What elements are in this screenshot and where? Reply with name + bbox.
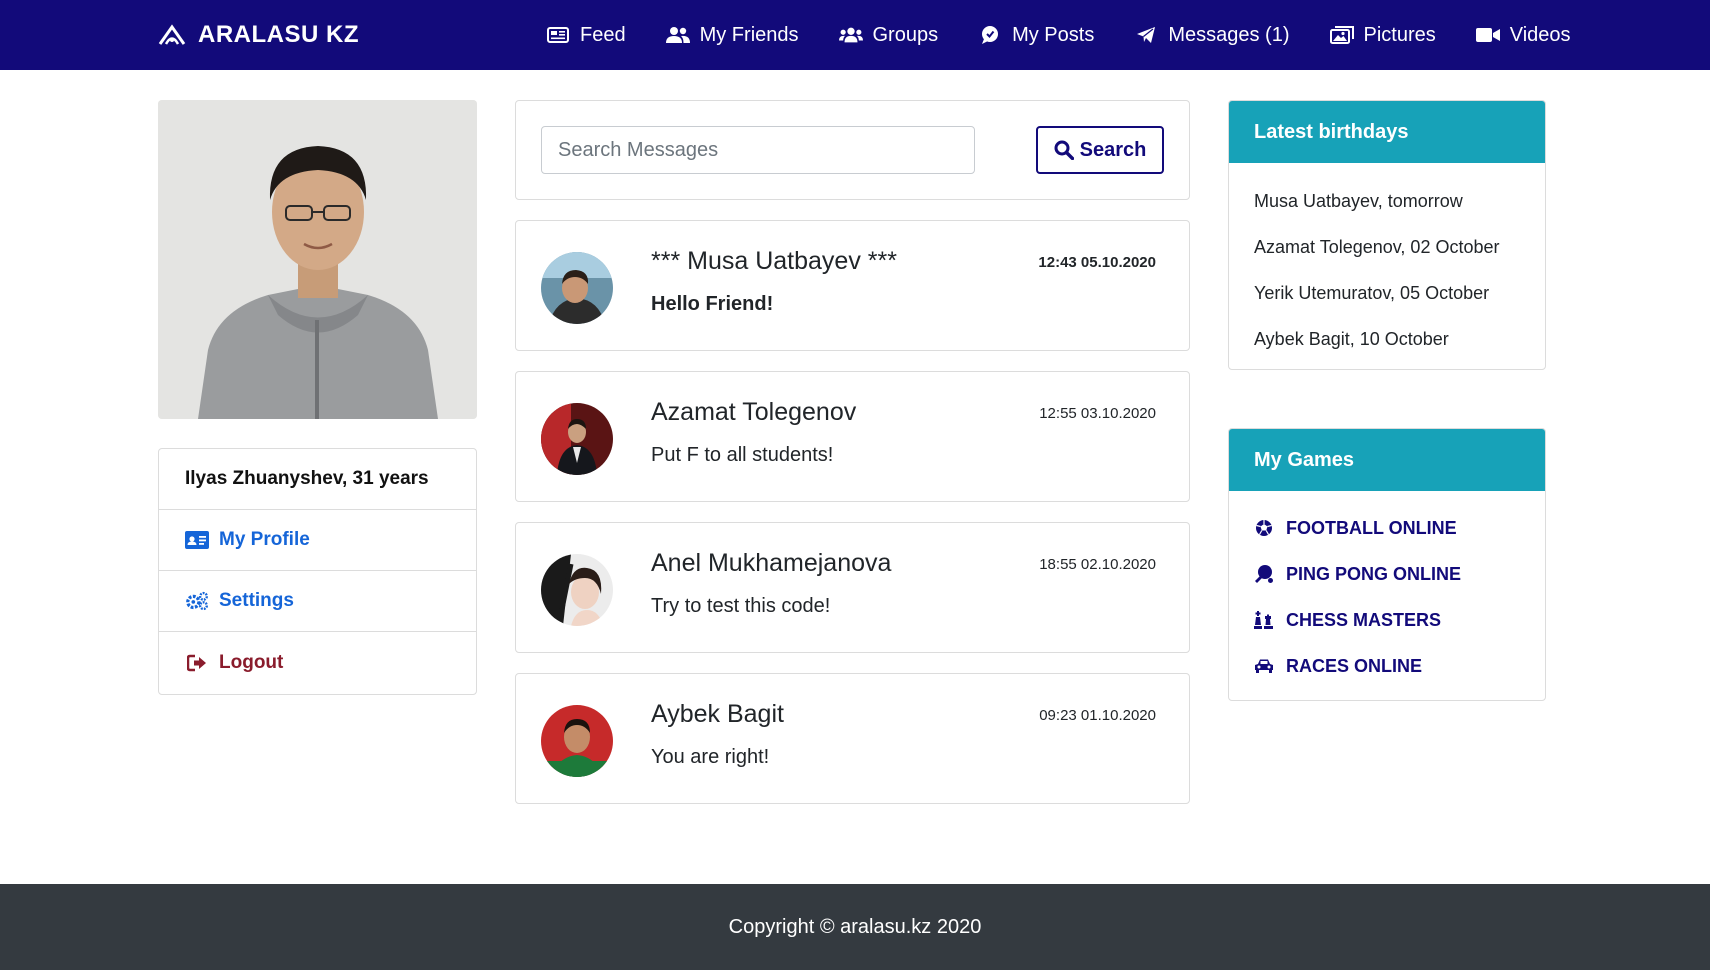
avatar xyxy=(541,705,613,777)
message-timestamp: 09:23 01.10.2020 xyxy=(1039,707,1156,724)
nav-item-label: My Friends xyxy=(699,23,799,46)
users-icon xyxy=(838,26,863,44)
game-label: PING PONG ONLINE xyxy=(1286,563,1462,584)
search-button-label: Search xyxy=(1079,138,1147,161)
game-link-football[interactable]: FOOTBALL ONLINE xyxy=(1254,505,1520,551)
comment-icon xyxy=(978,26,1002,44)
nav-item-groups[interactable]: Groups xyxy=(838,23,939,47)
games-title: My Games xyxy=(1229,429,1545,491)
game-label: CHESS MASTERS xyxy=(1286,609,1442,630)
birthdays-list: Musa Uatbayev, tomorrow Azamat Tolegenov… xyxy=(1229,163,1545,369)
aralasu-logo-icon xyxy=(158,24,186,46)
birthday-item: Yerik Utemuratov, 05 October xyxy=(1254,282,1490,303)
images-icon xyxy=(1329,26,1354,44)
logout-label: Logout xyxy=(219,651,284,673)
message-item[interactable]: Azamat Tolegenov Put F to all students! … xyxy=(515,371,1190,502)
games-list: FOOTBALL ONLINE PING PONG ONLINE CHESS M… xyxy=(1229,491,1545,700)
user-friends-icon xyxy=(665,26,690,44)
copyright-text: Copyright © aralasu.kz 2020 xyxy=(728,915,982,938)
logout-link[interactable]: Logout xyxy=(159,632,476,693)
nav-item-feed[interactable]: Feed xyxy=(546,24,626,47)
search-input[interactable] xyxy=(541,126,975,174)
birthday-item: Musa Uatbayev, tomorrow xyxy=(1254,190,1463,211)
nav-item-my-friends[interactable]: My Friends xyxy=(665,23,799,47)
nav-item-label: Groups xyxy=(872,23,939,46)
game-label: FOOTBALL ONLINE xyxy=(1286,517,1457,538)
main-nav: Feed My Friends Groups My Posts Messages… xyxy=(546,0,1571,70)
search-icon xyxy=(1054,140,1074,160)
birthday-item: Azamat Tolegenov, 02 October xyxy=(1254,236,1500,257)
newspaper-icon xyxy=(546,26,570,44)
message-sender: Aybek Bagit xyxy=(651,700,784,728)
message-sender: *** Musa Uatbayev *** xyxy=(651,247,897,275)
settings-label: Settings xyxy=(219,590,294,611)
top-navbar: ARALASU KZ Feed My Friends Groups My Pos… xyxy=(0,0,1710,70)
id-card-icon xyxy=(185,530,209,550)
message-preview: Hello Friend! xyxy=(651,293,774,315)
message-timestamp: 18:55 02.10.2020 xyxy=(1039,556,1156,573)
birthdays-card: Latest birthdays Musa Uatbayev, tomorrow… xyxy=(1228,100,1546,370)
message-item[interactable]: Anel Mukhamejanova Try to test this code… xyxy=(515,522,1190,653)
message-timestamp: 12:43 05.10.2020 xyxy=(1038,254,1156,271)
nav-item-messages[interactable]: Messages (1) xyxy=(1134,23,1290,47)
car-icon xyxy=(1254,656,1274,676)
table-tennis-icon xyxy=(1254,564,1274,584)
sign-out-icon xyxy=(185,653,209,673)
settings-link[interactable]: Settings xyxy=(159,571,476,632)
message-sender: Anel Mukhamejanova xyxy=(651,549,892,577)
footer: Copyright © aralasu.kz 2020 xyxy=(0,884,1710,970)
my-profile-link[interactable]: My Profile xyxy=(159,510,476,571)
game-link-ping-pong[interactable]: PING PONG ONLINE xyxy=(1254,551,1520,597)
message-timestamp: 12:55 03.10.2020 xyxy=(1039,405,1156,422)
brand-name: ARALASU KZ xyxy=(198,21,359,48)
video-icon xyxy=(1475,26,1500,44)
nav-item-label: Videos xyxy=(1509,23,1571,46)
nav-item-my-posts[interactable]: My Posts xyxy=(978,24,1094,47)
game-link-races[interactable]: RACES ONLINE xyxy=(1254,643,1520,689)
nav-item-label: Pictures xyxy=(1363,23,1436,46)
nav-item-pictures[interactable]: Pictures xyxy=(1329,23,1436,47)
my-profile-label: My Profile xyxy=(219,529,310,550)
avatar xyxy=(541,252,613,324)
brand-link[interactable]: ARALASU KZ xyxy=(158,0,359,70)
chess-icon xyxy=(1254,610,1274,630)
game-label: RACES ONLINE xyxy=(1286,655,1423,676)
games-card: My Games FOOTBALL ONLINE PING PONG ONLIN… xyxy=(1228,428,1546,701)
game-link-chess[interactable]: CHESS MASTERS xyxy=(1254,597,1520,643)
birthday-item: Aybek Bagit, 10 October xyxy=(1254,328,1449,349)
message-preview: You are right! xyxy=(651,746,770,768)
message-preview: Put F to all students! xyxy=(651,444,834,466)
avatar xyxy=(541,554,613,626)
profile-name-age: Ilyas Zhuanyshev, 31 years xyxy=(159,449,476,510)
message-sender: Azamat Tolegenov xyxy=(651,398,857,426)
profile-photo xyxy=(158,100,477,419)
avatar xyxy=(541,403,613,475)
search-button[interactable]: Search xyxy=(1036,126,1164,174)
nav-item-label: Messages (1) xyxy=(1168,23,1290,46)
message-item[interactable]: *** Musa Uatbayev *** Hello Friend! 12:4… xyxy=(515,220,1190,351)
futbol-icon xyxy=(1254,518,1274,538)
message-item[interactable]: Aybek Bagit You are right! 09:23 01.10.2… xyxy=(515,673,1190,804)
message-search-card: Search xyxy=(515,100,1190,200)
message-preview: Try to test this code! xyxy=(651,595,831,617)
cogs-icon xyxy=(185,591,209,611)
paper-plane-icon xyxy=(1134,26,1158,44)
birthdays-title: Latest birthdays xyxy=(1229,101,1545,163)
nav-item-videos[interactable]: Videos xyxy=(1475,23,1571,47)
nav-item-label: My Posts xyxy=(1012,23,1095,46)
profile-card: Ilyas Zhuanyshev, 31 years My Profile Se… xyxy=(158,448,477,695)
nav-item-label: Feed xyxy=(580,23,626,46)
